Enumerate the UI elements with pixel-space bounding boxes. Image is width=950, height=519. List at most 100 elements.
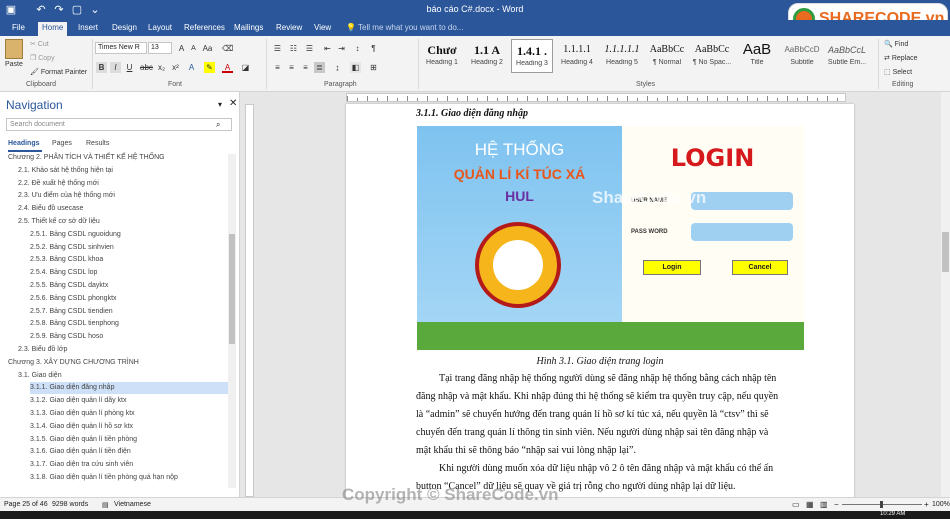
- font-dialog-icon[interactable]: ◪: [240, 62, 251, 73]
- horizontal-ruler[interactable]: [346, 93, 846, 102]
- nav-heading-item[interactable]: 2.5.8. Bảng CSDL tienphong: [30, 318, 228, 330]
- find-button[interactable]: 🔍 Find: [884, 40, 908, 48]
- format-painter-button[interactable]: 🖌 Format Painter: [30, 68, 87, 76]
- align-center-icon[interactable]: ≡: [286, 62, 297, 73]
- tab-results[interactable]: Results: [86, 140, 109, 147]
- tab-headings[interactable]: Headings: [8, 140, 40, 147]
- style-subtle-emphasis[interactable]: AaBbCcL Subtle Em...: [826, 39, 868, 73]
- style-title[interactable]: AaB Title: [736, 39, 778, 73]
- proofing-icon[interactable]: ▤: [102, 501, 109, 509]
- scrollbar-thumb[interactable]: [942, 232, 949, 272]
- style-heading-4[interactable]: 1.1.1.1 Heading 4: [556, 39, 598, 73]
- numbering-icon[interactable]: ☷: [288, 43, 299, 54]
- vertical-ruler[interactable]: [245, 104, 254, 497]
- change-case-icon[interactable]: Aa: [202, 43, 213, 54]
- zoom-slider-thumb[interactable]: [880, 501, 883, 508]
- nav-heading-item[interactable]: 2.3. Biểu đồ lớp: [18, 344, 218, 356]
- nav-heading-item[interactable]: 3.1.5. Giao diện quản lí tiền phòng: [30, 434, 228, 446]
- zoom-in-icon[interactable]: +: [924, 500, 929, 509]
- zoom-out-icon[interactable]: −: [834, 500, 839, 509]
- text-effects-icon[interactable]: A: [186, 62, 197, 73]
- bullets-icon[interactable]: ☰: [272, 43, 283, 54]
- subscript-icon[interactable]: x₂: [156, 62, 167, 73]
- word-count[interactable]: 9298 words: [52, 501, 88, 508]
- tell-me-search[interactable]: 💡 Tell me what you want to do...: [342, 22, 467, 36]
- strikethrough-icon[interactable]: abc: [140, 62, 153, 73]
- nav-heading-item[interactable]: 2.5. Thiết kế cơ sở dữ liệu: [18, 216, 218, 228]
- tab-view[interactable]: View: [310, 22, 335, 36]
- tab-pages[interactable]: Pages: [52, 140, 72, 147]
- style-no-spacing[interactable]: AaBbCc ¶ No Spac...: [691, 39, 733, 73]
- nav-heading-item[interactable]: 2.5.9. Bảng CSDL hoso: [30, 331, 228, 343]
- style-heading-2[interactable]: 1.1 A Heading 2: [466, 39, 508, 73]
- nav-heading-item[interactable]: 2.1. Khảo sát hệ thống hiện tại: [18, 165, 218, 177]
- tab-file[interactable]: File: [8, 22, 29, 36]
- scrollbar[interactable]: [228, 154, 236, 488]
- document-page[interactable]: 3.1.1. Giao diện đăng nhập HỆ THỐNG QUẢN…: [346, 104, 854, 497]
- align-left-icon[interactable]: ≡: [272, 62, 283, 73]
- nav-heading-item[interactable]: 2.5.7. Bảng CSDL tiendien: [30, 306, 228, 318]
- scrollbar-thumb[interactable]: [229, 234, 235, 344]
- nav-heading-item[interactable]: 3.1.4. Giao diện quản lí hồ sơ ktx: [30, 421, 228, 433]
- font-name-select[interactable]: Times New R: [95, 42, 147, 54]
- tab-review[interactable]: Review: [272, 22, 306, 36]
- tab-home[interactable]: Home: [38, 22, 68, 36]
- nav-heading-item[interactable]: 2.4. Biểu đồ usecase: [18, 203, 218, 215]
- zoom-slider[interactable]: [842, 501, 922, 508]
- replace-button[interactable]: ⇄ Replace: [884, 54, 918, 62]
- clear-formatting-icon[interactable]: ⌫: [222, 43, 233, 54]
- nav-heading-item[interactable]: Chương 3. XÂY DỰNG CHƯƠNG TRÌNH: [8, 357, 208, 369]
- nav-heading-item[interactable]: 3.1. Giao diện: [18, 370, 218, 382]
- web-layout-icon[interactable]: ▥: [820, 500, 828, 509]
- bold-icon[interactable]: B: [96, 62, 107, 73]
- style-heading-3[interactable]: 1.4.1 . Heading 3: [511, 39, 553, 73]
- nav-heading-item-selected[interactable]: 3.1.1. Giao diện đăng nhập: [30, 382, 228, 395]
- search-input[interactable]: Search document: [6, 118, 232, 131]
- nav-heading-item[interactable]: 2.5.4. Bảng CSDL lop: [30, 267, 228, 279]
- cut-button[interactable]: ✂ Cut: [30, 40, 49, 48]
- tab-design[interactable]: Design: [108, 22, 141, 36]
- read-mode-icon[interactable]: ▭: [792, 500, 800, 509]
- zoom-level[interactable]: 100%: [932, 501, 950, 508]
- document-scrollbar[interactable]: [941, 92, 950, 497]
- nav-heading-item[interactable]: 3.1.7. Giao diện tra cứu sinh viên: [30, 459, 228, 471]
- multilevel-list-icon[interactable]: ☰: [304, 43, 315, 54]
- nav-heading-item[interactable]: 2.5.1. Bảng CSDL nguoidung: [30, 229, 228, 241]
- style-heading-5[interactable]: 1.1.1.1.1 Heading 5: [601, 39, 643, 73]
- nav-heading-item[interactable]: 2.5.3. Bảng CSDL khoa: [30, 254, 228, 266]
- nav-heading-item[interactable]: 2.2. Đề xuất hệ thống mới: [18, 178, 218, 190]
- sort-icon[interactable]: ↕: [352, 43, 363, 54]
- style-normal[interactable]: AaBbCc ¶ Normal: [646, 39, 688, 73]
- nav-heading-item[interactable]: 2.5.2. Bảng CSDL sinhvien: [30, 242, 228, 254]
- borders-icon[interactable]: ⊞: [368, 62, 379, 73]
- line-spacing-icon[interactable]: ↨: [332, 62, 343, 73]
- print-layout-icon[interactable]: ▦: [806, 500, 814, 509]
- nav-heading-item[interactable]: 2.3. Ưu điểm của hệ thống mới: [18, 190, 218, 202]
- nav-heading-item[interactable]: 3.1.3. Giao diện quản lí phòng ktx: [30, 408, 228, 420]
- tab-layout[interactable]: Layout: [144, 22, 176, 36]
- tab-references[interactable]: References: [180, 22, 229, 36]
- font-color-icon[interactable]: A: [222, 62, 233, 73]
- nav-heading-item[interactable]: 2.5.6. Bảng CSDL phongktx: [30, 293, 228, 305]
- italic-icon[interactable]: I: [110, 62, 121, 73]
- language[interactable]: Vietnamese: [114, 501, 151, 508]
- page-count[interactable]: Page 25 of 46: [4, 501, 48, 508]
- decrease-indent-icon[interactable]: ⇤: [322, 43, 333, 54]
- close-icon[interactable]: ✕: [229, 98, 237, 109]
- increase-indent-icon[interactable]: ⇥: [336, 43, 347, 54]
- align-right-icon[interactable]: ≡: [300, 62, 311, 73]
- grow-font-icon[interactable]: A: [176, 43, 187, 54]
- style-subtitle[interactable]: AaBbCcD Subtitle: [781, 39, 823, 73]
- highlight-icon[interactable]: ✎: [204, 62, 215, 73]
- underline-icon[interactable]: U: [124, 62, 135, 73]
- shading-icon[interactable]: ◧: [350, 62, 361, 73]
- justify-icon[interactable]: ≣: [314, 62, 325, 73]
- tab-insert[interactable]: Insert: [74, 22, 102, 36]
- copy-button[interactable]: ❐ Copy: [30, 54, 55, 62]
- select-button[interactable]: ⬚ Select: [884, 68, 912, 76]
- style-heading-1[interactable]: Chươ Heading 1: [421, 39, 463, 73]
- paste-button[interactable]: Paste: [5, 61, 23, 68]
- font-size-select[interactable]: 13: [148, 42, 172, 54]
- nav-heading-item[interactable]: 3.1.2. Giao diện quản lí dãy ktx: [30, 395, 228, 407]
- superscript-icon[interactable]: x²: [170, 62, 181, 73]
